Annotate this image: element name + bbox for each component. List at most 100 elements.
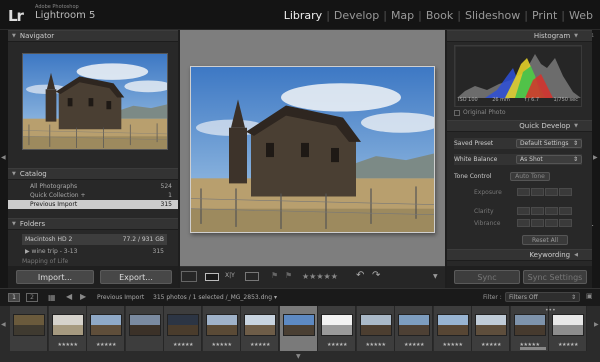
filmstrip-thumbnail[interactable]: ★★★★★ [164,306,202,351]
module-map[interactable]: Map [388,9,417,22]
sync-settings-button[interactable]: Sync Settings [523,270,587,284]
module-slideshow[interactable]: Slideshow [462,9,523,22]
catalog-item-count: 1 [168,192,172,199]
folder-row[interactable]: ▶ wine trip - 3-13 315 [22,247,167,256]
flag-reject-icon[interactable]: ⚑ [285,271,292,280]
volume-row[interactable]: Macintosh HD 2 77.2 / 931 GB [22,234,167,245]
filmstrip-thumbnail-image [51,314,84,336]
right-panel-toggle-icon[interactable]: ▶ [593,155,598,161]
collapse-icon: ▼ [12,221,16,227]
filmstrip-thumbnail[interactable]: ★★★★★ [433,306,472,351]
filmstrip-thumbnail[interactable]: ★★★★★ [241,306,279,351]
folders-header[interactable]: ▼ Folders [8,218,178,230]
folders-title: Folders [19,220,46,228]
white-balance-select[interactable]: As Shot ⇕ [516,155,582,164]
star-rating[interactable]: ★★★★★ [302,272,338,281]
filmstrip-thumbnail[interactable]: ★★★★★ [202,306,241,351]
window-2-button[interactable]: 2 [26,293,38,302]
filmstrip-toggle-icon[interactable]: ▼ [296,354,301,360]
window-1-button[interactable]: 1 [8,293,20,302]
module-library[interactable]: Library [281,9,325,22]
forward-arrow-icon[interactable]: ▶ [80,292,86,301]
collapse-icon: ▼ [574,33,578,39]
filmstrip-thumbnail[interactable] [279,306,318,351]
module-book[interactable]: Book [423,9,456,22]
filmstrip-thumbnail-image [282,314,315,336]
filmstrip-thumbnail[interactable]: ★★★★★ [472,306,510,351]
histogram-header[interactable]: Histogram ▼ [447,30,592,42]
exposure-row: Exposure [454,187,582,197]
module-print[interactable]: Print [529,9,560,22]
original-photo-toggle[interactable]: Original Photo [454,109,506,116]
filmstrip-thumbnail-rating: ★★★★★ [173,342,193,348]
toolbar-menu-icon[interactable]: ▼ [433,273,438,280]
filter-select[interactable]: Filters Off ⇕ [505,292,580,302]
filmstrip-thumbnail-rating: ★★★★★ [404,342,424,348]
quick-develop-title: Quick Develop [519,122,571,130]
quick-develop-header[interactable]: Quick Develop ▼ [447,120,592,132]
filter-lock-icon[interactable]: ▣ [586,292,593,300]
vibrance-row: Vibrance [454,218,582,228]
selection-count[interactable]: 315 photos / 1 selected /_MG_2853.dng ▾ [153,294,277,301]
loupe-view-icon[interactable] [205,273,219,281]
vibrance-buttons[interactable] [517,219,572,227]
filmstrip-thumbnail-rating: ★★★★★ [365,342,386,348]
filmstrip-thumbnail[interactable] [125,306,164,351]
filmstrip-scroll-left-icon[interactable]: ◀ [1,322,6,328]
filmstrip-scroll-right-icon[interactable]: ▶ [594,322,599,328]
clarity-buttons[interactable] [517,207,572,215]
filmstrip-thumbnail[interactable]: ★★★★★ [395,306,433,351]
catalog-item-all-photographs[interactable]: All Photographs 524 [8,182,178,191]
filmstrip-scrollbar[interactable] [520,347,546,350]
collapse-icon: ▼ [12,171,16,177]
navigator-header[interactable]: ▼ Navigator [8,30,178,42]
navigator-title: Navigator [19,32,55,40]
catalog-header[interactable]: ▼ Catalog [8,168,178,180]
lightroom-logo: Lr [8,7,24,25]
exposure-label: Exposure [474,188,502,196]
sync-button[interactable]: Sync [454,270,520,284]
survey-view-icon[interactable] [245,272,259,281]
module-develop[interactable]: Develop [331,9,382,22]
folder-row-partial[interactable]: Mapping of Life [22,258,167,265]
auto-tone-button[interactable]: Auto Tone [510,172,550,181]
filmstrip-thumbnail[interactable]: ★★★★★ [318,306,356,351]
module-web[interactable]: Web [566,9,596,22]
source-label[interactable]: Previous Import [97,294,144,301]
flag-pick-icon[interactable]: ⚑ [271,271,278,280]
filmstrip-thumbnail[interactable] [10,306,48,351]
catalog-item-quick-collection[interactable]: Quick Collection + 1 [8,191,178,200]
saved-preset-select[interactable]: Default Settings ⇕ [516,139,582,148]
import-button[interactable]: Import... [16,270,94,284]
reset-all-button[interactable]: Reset All [522,235,568,245]
collapse-icon: ▼ [574,123,578,129]
main-photo[interactable] [190,66,435,233]
filmstrip-thumbnail-image [90,314,122,336]
filmstrip-thumbnail[interactable]: ★★★★★ [510,306,549,351]
left-panel-toggle-icon[interactable]: ◀ [1,155,6,161]
original-photo-label: Original Photo [463,109,506,116]
filter-value: Filters Off [509,293,538,301]
navigator-preview[interactable] [22,53,168,150]
filmstrip-thumbnail[interactable]: ★★★★★ [356,306,395,351]
keywording-header[interactable]: Keywording ◀ [447,249,592,261]
grid-icon[interactable]: ▦ [48,293,56,302]
filmstrip-thumbnail-rating: ★★★★★ [481,342,501,348]
compare-view-icon[interactable]: X|Y [225,272,235,279]
filmstrip-thumbnail-image [205,314,238,336]
dropdown-icon: ⇕ [572,140,578,147]
rotate-right-icon[interactable]: ↷ [372,270,380,281]
filmstrip-thumbnail-image [128,314,161,336]
filmstrip-thumbnail-rating: ★★★★★ [558,342,578,348]
export-button[interactable]: Export... [100,270,172,284]
exposure-buttons[interactable] [517,188,572,196]
original-photo-checkbox[interactable] [454,109,460,116]
back-arrow-icon[interactable]: ◀ [66,292,72,301]
rotate-left-icon[interactable]: ↶ [356,270,364,281]
catalog-item-previous-import[interactable]: Previous Import 315 [8,200,178,209]
collapse-icon: ◀ [574,252,578,258]
filmstrip-thumbnail[interactable]: ★★★★★ [87,306,125,351]
catalog-item-label: All Photographs [30,183,78,190]
filmstrip-thumbnail[interactable]: ★★★★★ [48,306,87,351]
grid-view-icon[interactable] [181,271,197,282]
